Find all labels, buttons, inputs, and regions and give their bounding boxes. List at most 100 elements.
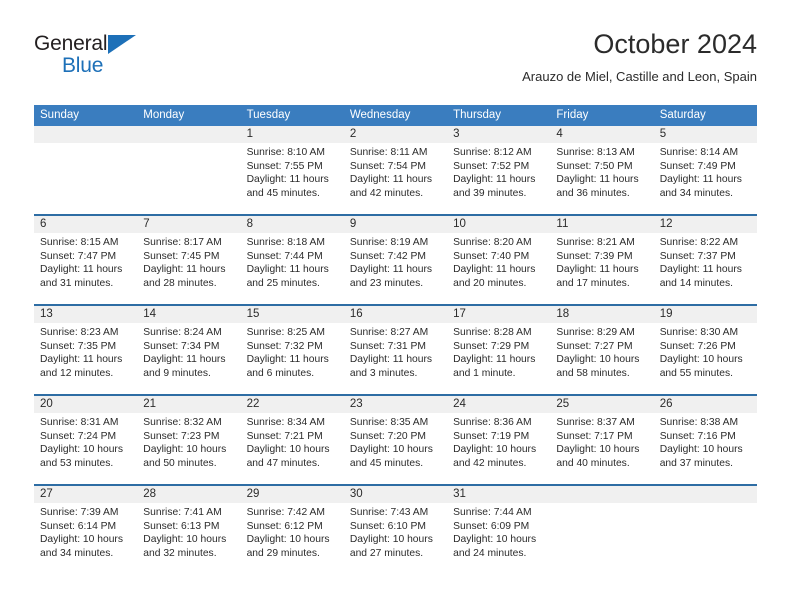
daylight-text-line1: Daylight: 10 hours [246, 534, 330, 546]
day-cell[interactable]: 2 Sunrise: 8:11 AM Sunset: 7:54 PM Dayli… [343, 126, 448, 214]
day-number: 13 [34, 306, 138, 323]
daylight-text-line2: and 40 minutes. [556, 457, 630, 469]
day-cell[interactable]: 6 Sunrise: 8:15 AM Sunset: 7:47 PM Dayli… [34, 216, 138, 304]
day-number: 1 [240, 126, 344, 143]
day-cell[interactable]: 14 Sunrise: 8:24 AM Sunset: 7:34 PM Dayl… [137, 306, 241, 394]
daylight-text-line2: and 45 minutes. [349, 457, 424, 469]
day-cell[interactable]: 20 Sunrise: 8:31 AM Sunset: 7:24 PM Dayl… [34, 396, 138, 484]
calendar-week-row: 27 Sunrise: 7:39 AM Sunset: 6:14 PM Dayl… [34, 484, 757, 574]
weekday-header-monday: Monday [143, 109, 185, 121]
daylight-text-line1: Daylight: 10 hours [556, 444, 640, 456]
day-info: Sunrise: 8:17 AM Sunset: 7:45 PM Dayligh… [137, 233, 240, 290]
sunset-text: Sunset: 7:52 PM [453, 160, 530, 172]
daylight-text-line1: Daylight: 10 hours [453, 444, 537, 456]
day-cell[interactable]: 4 Sunrise: 8:13 AM Sunset: 7:50 PM Dayli… [550, 126, 654, 214]
day-cell[interactable]: 1 Sunrise: 8:10 AM Sunset: 7:55 PM Dayli… [240, 126, 344, 214]
daylight-text-line1: Daylight: 11 hours [659, 264, 742, 276]
day-cell[interactable]: 18 Sunrise: 8:29 AM Sunset: 7:27 PM Dayl… [550, 306, 654, 394]
daylight-text-line2: and 34 minutes. [40, 547, 114, 559]
sunset-text: Sunset: 7:16 PM [659, 430, 736, 442]
daylight-text-line2: and 28 minutes. [143, 277, 217, 289]
day-info: Sunrise: 8:32 AM Sunset: 7:23 PM Dayligh… [137, 413, 240, 470]
sunrise-text: Sunrise: 8:34 AM [246, 417, 325, 428]
daylight-text-line2: and 24 minutes. [453, 547, 527, 559]
day-cell[interactable]: 8 Sunrise: 8:18 AM Sunset: 7:44 PM Dayli… [240, 216, 344, 304]
day-cell[interactable]: 16 Sunrise: 8:27 AM Sunset: 7:31 PM Dayl… [343, 306, 448, 394]
day-number: 29 [240, 486, 344, 503]
day-number: 2 [343, 126, 448, 143]
daylight-text-line1: Daylight: 10 hours [453, 534, 537, 546]
day-cell[interactable]: 11 Sunrise: 8:21 AM Sunset: 7:39 PM Dayl… [550, 216, 654, 304]
daylight-text-line2: and 6 minutes. [246, 367, 315, 379]
day-number: 27 [34, 486, 138, 503]
day-cell[interactable]: 24 Sunrise: 8:36 AM Sunset: 7:19 PM Dayl… [447, 396, 551, 484]
day-cell[interactable] [34, 126, 138, 214]
weekday-header-tuesday: Tuesday [246, 109, 291, 121]
sunset-text: Sunset: 6:13 PM [143, 520, 220, 532]
page-header: General Blue October 2024 Arauzo de Miel… [34, 28, 757, 100]
day-number: 15 [240, 306, 344, 323]
sunset-text: Sunset: 7:34 PM [143, 340, 220, 352]
daylight-text-line1: Daylight: 11 hours [659, 174, 742, 186]
day-cell[interactable]: 26 Sunrise: 8:38 AM Sunset: 7:16 PM Dayl… [653, 396, 757, 484]
day-number: 10 [447, 216, 551, 233]
weekday-header-sunday: Sunday [40, 109, 80, 121]
sunset-text: Sunset: 7:21 PM [246, 430, 323, 442]
daylight-text-line2: and 32 minutes. [143, 547, 217, 559]
day-cell[interactable]: 13 Sunrise: 8:23 AM Sunset: 7:35 PM Dayl… [34, 306, 138, 394]
day-cell[interactable]: 7 Sunrise: 8:17 AM Sunset: 7:45 PM Dayli… [137, 216, 241, 304]
sunrise-text: Sunrise: 8:35 AM [349, 417, 429, 428]
daylight-text-line2: and 53 minutes. [40, 457, 114, 469]
day-number: 26 [653, 396, 757, 413]
sunset-text: Sunset: 7:26 PM [659, 340, 736, 352]
sunset-text: Sunset: 7:20 PM [349, 430, 426, 442]
day-cell[interactable]: 19 Sunrise: 8:30 AM Sunset: 7:26 PM Dayl… [653, 306, 757, 394]
daylight-text-line2: and 25 minutes. [246, 277, 320, 289]
day-cell[interactable]: 3 Sunrise: 8:12 AM Sunset: 7:52 PM Dayli… [447, 126, 551, 214]
day-cell[interactable]: 23 Sunrise: 8:35 AM Sunset: 7:20 PM Dayl… [343, 396, 448, 484]
daylight-text-line2: and 45 minutes. [246, 187, 320, 199]
day-cell[interactable]: 22 Sunrise: 8:34 AM Sunset: 7:21 PM Dayl… [240, 396, 344, 484]
day-cell[interactable]: 21 Sunrise: 8:32 AM Sunset: 7:23 PM Dayl… [137, 396, 241, 484]
daylight-text-line1: Daylight: 11 hours [453, 354, 536, 366]
day-info: Sunrise: 8:23 AM Sunset: 7:35 PM Dayligh… [34, 323, 137, 380]
day-cell[interactable]: 25 Sunrise: 8:37 AM Sunset: 7:17 PM Dayl… [550, 396, 654, 484]
day-info: Sunrise: 8:30 AM Sunset: 7:26 PM Dayligh… [654, 323, 757, 380]
day-cell[interactable]: 28 Sunrise: 7:41 AM Sunset: 6:13 PM Dayl… [137, 486, 241, 574]
day-cell[interactable]: 15 Sunrise: 8:25 AM Sunset: 7:32 PM Dayl… [240, 306, 344, 394]
daylight-text-line2: and 34 minutes. [659, 187, 733, 199]
sunset-text: Sunset: 7:39 PM [556, 250, 633, 262]
day-cell[interactable] [137, 126, 241, 214]
day-cell[interactable]: 12 Sunrise: 8:22 AM Sunset: 7:37 PM Dayl… [653, 216, 757, 304]
day-cell[interactable]: 9 Sunrise: 8:19 AM Sunset: 7:42 PM Dayli… [343, 216, 448, 304]
day-cell[interactable]: 10 Sunrise: 8:20 AM Sunset: 7:40 PM Dayl… [447, 216, 551, 304]
daylight-text-line1: Daylight: 10 hours [40, 444, 123, 456]
day-cell[interactable] [653, 486, 757, 574]
daylight-text-line2: and 31 minutes. [40, 277, 114, 289]
day-cell[interactable] [550, 486, 654, 574]
sunrise-text: Sunrise: 8:29 AM [556, 327, 635, 338]
day-cell[interactable]: 29 Sunrise: 7:42 AM Sunset: 6:12 PM Dayl… [240, 486, 344, 574]
daylight-text-line1: Daylight: 11 hours [556, 174, 639, 186]
sunrise-text: Sunrise: 7:42 AM [246, 507, 325, 518]
day-info: Sunrise: 8:36 AM Sunset: 7:19 PM Dayligh… [447, 413, 550, 470]
day-info: Sunrise: 8:10 AM Sunset: 7:55 PM Dayligh… [241, 143, 344, 200]
page-title: October 2024 [593, 29, 757, 59]
daylight-text-line1: Daylight: 11 hours [349, 264, 433, 276]
day-cell[interactable]: 5 Sunrise: 8:14 AM Sunset: 7:49 PM Dayli… [653, 126, 757, 214]
sunrise-text: Sunrise: 8:12 AM [453, 147, 532, 158]
day-info: Sunrise: 7:41 AM Sunset: 6:13 PM Dayligh… [137, 503, 240, 560]
day-cell[interactable]: 30 Sunrise: 7:43 AM Sunset: 6:10 PM Dayl… [343, 486, 448, 574]
daylight-text-line1: Daylight: 10 hours [659, 354, 743, 366]
day-cell[interactable]: 17 Sunrise: 8:28 AM Sunset: 7:29 PM Dayl… [447, 306, 551, 394]
day-info: Sunrise: 7:42 AM Sunset: 6:12 PM Dayligh… [241, 503, 344, 560]
day-info: Sunrise: 8:18 AM Sunset: 7:44 PM Dayligh… [241, 233, 344, 290]
day-number: 31 [447, 486, 551, 503]
day-info: Sunrise: 8:28 AM Sunset: 7:29 PM Dayligh… [447, 323, 550, 380]
day-cell[interactable]: 27 Sunrise: 7:39 AM Sunset: 6:14 PM Dayl… [34, 486, 138, 574]
daylight-text-line1: Daylight: 11 hours [40, 354, 123, 366]
day-cell[interactable]: 31 Sunrise: 7:44 AM Sunset: 6:09 PM Dayl… [447, 486, 551, 574]
sunset-text: Sunset: 7:50 PM [556, 160, 633, 172]
sunset-text: Sunset: 7:54 PM [349, 160, 426, 172]
sunset-text: Sunset: 7:49 PM [659, 160, 736, 172]
